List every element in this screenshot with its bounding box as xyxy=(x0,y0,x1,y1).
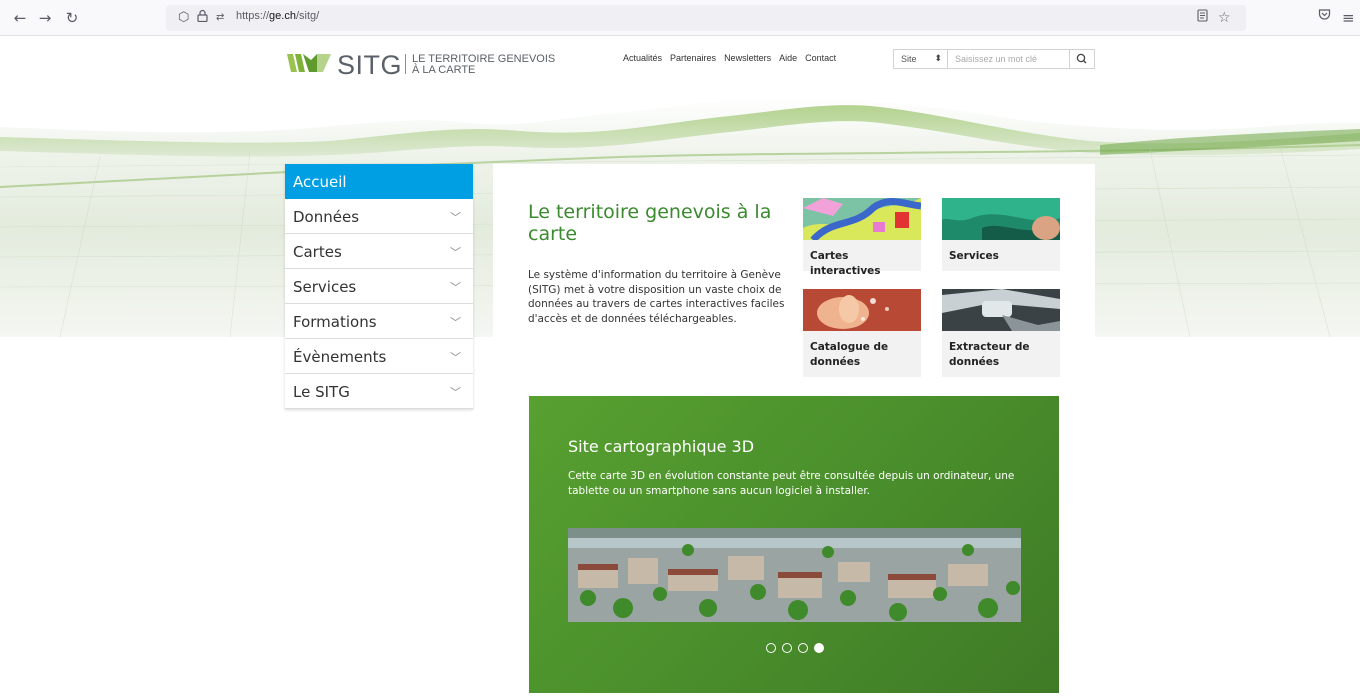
menu-item-donnees[interactable]: Données ﹀ xyxy=(285,199,473,234)
select-updown-icon: ⬍ xyxy=(934,53,942,63)
sitg-logo-mark-icon xyxy=(287,54,331,72)
catalogue-thumbnail xyxy=(803,289,921,331)
chevron-down-icon: ﹀ xyxy=(450,281,461,294)
search-input[interactable]: Saisissez un mot clé xyxy=(948,49,1070,69)
banner-title: Site cartographique 3D xyxy=(568,437,755,456)
chevron-down-icon: ﹀ xyxy=(450,246,461,259)
url-text[interactable]: https://ge.ch/sitg/ xyxy=(236,10,319,22)
logo-tagline-line2: À LA CARTE xyxy=(412,64,476,76)
menu-item-label: Le SITG xyxy=(293,383,350,401)
side-menu: Accueil Données ﹀ Cartes ﹀ Services ﹀ Fo… xyxy=(285,164,473,409)
topnav-link-partenaires[interactable]: Partenaires xyxy=(670,53,716,63)
menu-item-services[interactable]: Services ﹀ xyxy=(285,269,473,304)
bookmark-star-icon[interactable]: ☆ xyxy=(1218,9,1231,27)
reader-view-icon[interactable] xyxy=(1197,9,1208,27)
carousel-dot-1[interactable] xyxy=(766,643,776,653)
reload-icon[interactable]: ↻ xyxy=(62,8,82,28)
interactive-map-thumbnail xyxy=(803,198,921,240)
extractor-thumbnail xyxy=(942,289,1060,331)
search-scope-select[interactable]: Site ⬍ xyxy=(893,49,948,69)
services-thumbnail xyxy=(942,198,1060,240)
menu-item-label: Cartes xyxy=(293,243,342,261)
menu-hamburger-icon[interactable]: ≡ xyxy=(1342,8,1355,28)
search-button[interactable] xyxy=(1069,49,1095,69)
address-bar[interactable]: ⬡ ⇄ https://ge.ch/sitg/ ☆ xyxy=(166,5,1246,31)
menu-item-accueil[interactable]: Accueil xyxy=(285,164,473,199)
search-scope-value: Site xyxy=(901,54,917,64)
menu-item-le-sitg[interactable]: Le SITG ﹀ xyxy=(285,374,473,409)
card-services[interactable]: Services xyxy=(942,198,1060,271)
banner-text: Cette carte 3D en évolution constante pe… xyxy=(568,470,1015,497)
card-extracteur-de-donnees[interactable]: Extracteur de données xyxy=(942,289,1060,377)
card-label: Catalogue de données xyxy=(810,341,889,368)
browser-toolbar: ← → ↻ ⬡ ⇄ https://ge.ch/sitg/ ☆ ≡ xyxy=(0,0,1360,36)
logo-separator xyxy=(405,54,406,74)
chevron-down-icon: ﹀ xyxy=(450,211,461,224)
top-navigation: Actualités Partenaires Newsletters Aide … xyxy=(623,53,836,63)
chevron-down-icon: ﹀ xyxy=(450,386,461,399)
topnav-link-newsletters[interactable]: Newsletters xyxy=(724,53,771,63)
intro-paragraph: Le système d'information du territoire à… xyxy=(528,269,785,325)
carousel-banner-3d[interactable]: Site cartographique 3D Cette carte 3D en… xyxy=(529,396,1059,693)
chevron-down-icon: ﹀ xyxy=(450,316,461,329)
card-label: Cartes interactives xyxy=(810,250,881,277)
menu-item-cartes[interactable]: Cartes ﹀ xyxy=(285,234,473,269)
card-cartes-interactives[interactable]: Cartes interactives xyxy=(803,198,921,277)
menu-item-evenements[interactable]: Évènements ﹀ xyxy=(285,339,473,374)
pocket-icon[interactable] xyxy=(1318,8,1331,28)
card-label: Services xyxy=(949,250,999,262)
lock-icon[interactable] xyxy=(197,9,208,27)
menu-item-label: Évènements xyxy=(293,348,387,366)
menu-item-label: Données xyxy=(293,208,360,226)
menu-item-label: Formations xyxy=(293,313,377,331)
back-arrow-icon[interactable]: ← xyxy=(10,8,30,28)
carousel-dot-2[interactable] xyxy=(782,643,792,653)
logo-wordmark: SITG xyxy=(337,50,403,80)
page-title: Le territoire genevois à la carte xyxy=(528,201,772,245)
main-content-panel: Le territoire genevois à la carte Le sys… xyxy=(493,164,1095,700)
card-catalogue-de-donnees[interactable]: Catalogue de données xyxy=(803,289,921,377)
carousel-dot-4[interactable] xyxy=(814,643,824,653)
city-3d-image[interactable] xyxy=(568,528,1021,622)
carousel-dot-3[interactable] xyxy=(798,643,808,653)
topnav-link-aide[interactable]: Aide xyxy=(779,53,797,63)
menu-item-label: Accueil xyxy=(293,173,347,191)
menu-item-formations[interactable]: Formations ﹀ xyxy=(285,304,473,339)
carousel-pagination xyxy=(766,643,824,653)
card-label: Extracteur de données xyxy=(949,341,1030,368)
shield-icon[interactable]: ⬡ xyxy=(178,9,189,27)
permissions-icon[interactable]: ⇄ xyxy=(216,9,224,27)
search-icon xyxy=(1076,53,1087,64)
topnav-link-actualites[interactable]: Actualités xyxy=(623,53,662,63)
topnav-link-contact[interactable]: Contact xyxy=(805,53,836,63)
menu-item-label: Services xyxy=(293,278,357,296)
forward-arrow-icon[interactable]: → xyxy=(35,8,55,28)
chevron-down-icon: ﹀ xyxy=(450,351,461,364)
